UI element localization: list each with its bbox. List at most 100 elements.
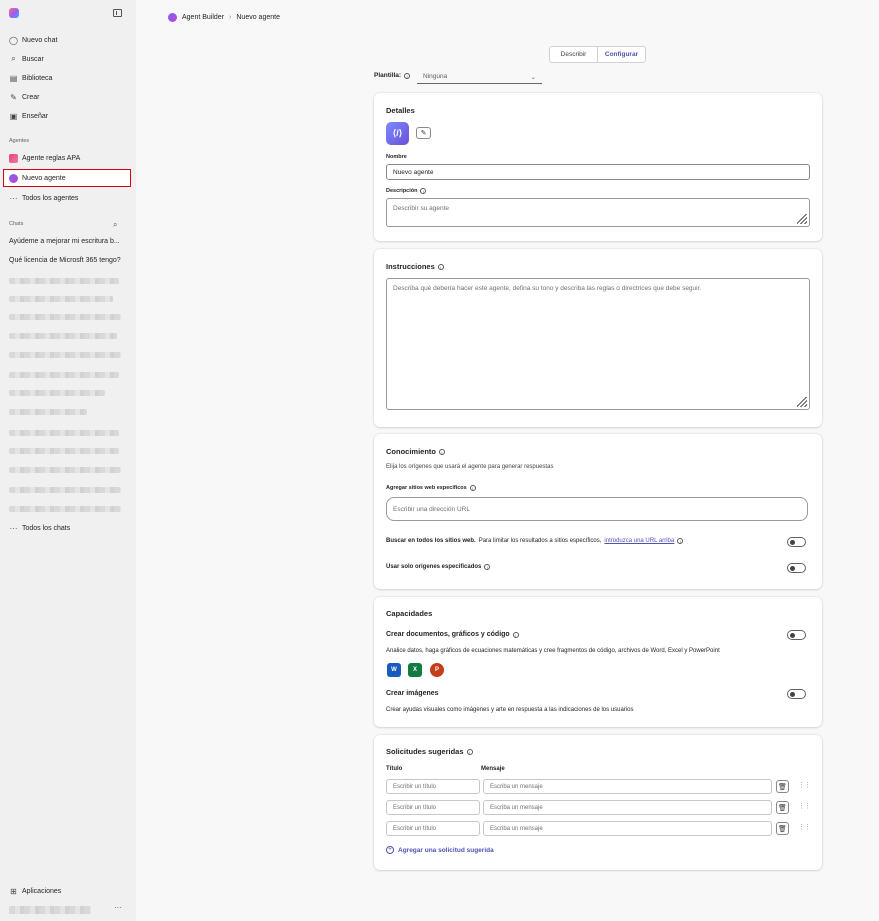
blurred-chat-item[interactable] xyxy=(9,314,121,320)
info-icon[interactable]: i xyxy=(439,448,445,455)
chat-item[interactable]: Qué licencia de Microsft 365 tengo? xyxy=(9,257,121,264)
chat-item[interactable]: Ayúdeme a mejorar mi escritura b... xyxy=(9,238,120,245)
blurred-chat-item[interactable] xyxy=(9,467,121,473)
trash-icon: 🗑 xyxy=(778,783,787,791)
blurred-chat-item[interactable] xyxy=(9,333,117,339)
breadcrumb-current: Nuevo agente xyxy=(236,14,280,21)
sidebar-item-todos-chats[interactable]: ··· Todos los chats xyxy=(9,522,71,534)
blurred-chat-item[interactable] xyxy=(9,278,119,284)
sidebar-item-label: Crear xyxy=(22,93,40,101)
powerpoint-icon: P xyxy=(430,663,444,677)
prompt-title-input[interactable]: Escribir un título xyxy=(386,779,480,794)
sidebar-item-label: Nuevo chat xyxy=(22,36,58,44)
docs-title: Crear documentos, gráficos y código xyxy=(386,631,510,638)
delete-prompt-button[interactable]: 🗑 xyxy=(776,822,789,835)
info-icon[interactable]: i xyxy=(677,538,684,544)
details-card: Detalles ⟨/⟩ ✎ Nombre Nuevo agente Descr… xyxy=(374,93,822,241)
breadcrumb-root[interactable]: Agent Builder xyxy=(182,14,224,21)
sidebar-item-ensenar[interactable]: ▣ Enseñar xyxy=(9,110,48,122)
info-icon[interactable]: i xyxy=(466,748,473,755)
name-input[interactable]: Nuevo agente xyxy=(386,164,810,180)
details-title: Detalles xyxy=(386,106,415,115)
sidebar-item-label: Aplicaciones xyxy=(22,887,62,895)
resize-grip-icon[interactable] xyxy=(797,397,807,407)
template-label: Plantilla: xyxy=(374,72,402,79)
resize-grip-icon[interactable] xyxy=(797,214,807,224)
blurred-chat-item[interactable] xyxy=(9,372,119,378)
blurred-chat-item[interactable] xyxy=(9,296,113,302)
instructions-textarea[interactable]: Describa qué debería hacer este agente, … xyxy=(386,278,810,410)
blurred-chat-item[interactable] xyxy=(9,448,119,454)
prompt-message-input[interactable]: Escriba un mensaje xyxy=(483,821,772,836)
blurred-chat-item[interactable] xyxy=(9,409,87,415)
prompt-message-input[interactable]: Escriba un mensaje xyxy=(483,779,772,794)
blurred-chat-item[interactable] xyxy=(9,430,119,436)
collapse-sidebar-icon[interactable] xyxy=(113,9,122,17)
template-select[interactable]: Ninguna ⌄ xyxy=(417,71,542,84)
agent-nuevo-icon xyxy=(9,173,18,183)
enter-url-link[interactable]: introduzca una URL arriba xyxy=(604,538,674,544)
blurred-user-name[interactable] xyxy=(9,906,91,914)
copilot-logo-icon[interactable] xyxy=(9,8,19,18)
only-specified-toggle[interactable] xyxy=(787,563,806,573)
info-icon[interactable]: i xyxy=(512,631,519,638)
info-icon[interactable]: i xyxy=(484,564,491,570)
blurred-chat-item[interactable] xyxy=(9,390,105,396)
images-toggle[interactable] xyxy=(787,689,806,699)
blurred-chat-item[interactable] xyxy=(9,487,121,493)
tab-describir[interactable]: Describir xyxy=(550,47,597,62)
sidebar-item-agente-apa[interactable]: Agente reglas APA xyxy=(9,152,80,164)
sidebar-item-nuevo-chat[interactable]: ◯ Nuevo chat xyxy=(9,34,57,46)
agent-apa-icon xyxy=(9,153,18,163)
edit-icon-button[interactable]: ✎ xyxy=(416,127,431,139)
docs-row: Crear documentos, gráficos y código i xyxy=(386,631,519,638)
search-chats-icon[interactable]: ⌕ xyxy=(113,220,117,230)
sites-label-group: Agregar sitios web específicos i xyxy=(386,485,476,491)
prompts-title: Solicitudes sugeridas xyxy=(386,747,464,756)
trash-icon: 🗑 xyxy=(778,825,787,833)
sidebar-item-nuevo-agente[interactable]: Nuevo agente xyxy=(9,172,66,184)
drag-handle-icon[interactable]: ⋮⋮ xyxy=(798,802,811,810)
sidebar-item-todos-agentes[interactable]: ··· Todos los agentes xyxy=(9,192,79,204)
info-icon[interactable]: i xyxy=(437,263,444,270)
drag-handle-icon[interactable]: ⋮⋮ xyxy=(798,781,811,789)
trash-icon: 🗑 xyxy=(778,804,787,812)
search-all-text: Para limitar los resultados a sitios esp… xyxy=(478,538,602,544)
description-label-group: Descripción i xyxy=(386,188,427,194)
tab-configurar[interactable]: Configurar xyxy=(597,47,645,62)
description-textarea[interactable]: Describir su agente xyxy=(386,198,810,227)
sidebar-item-biblioteca[interactable]: ▤ Biblioteca xyxy=(9,72,53,84)
agent-avatar-icon[interactable]: ⟨/⟩ xyxy=(386,122,409,145)
user-more-icon[interactable]: ··· xyxy=(114,903,122,912)
info-icon[interactable]: i xyxy=(469,485,476,491)
docs-toggle[interactable] xyxy=(787,630,806,640)
add-prompt-button[interactable]: + Agregar una solicitud sugerida xyxy=(386,846,494,854)
instructions-title: Instrucciones xyxy=(386,262,435,271)
prompts-title-group: Solicitudes sugeridas i xyxy=(386,747,473,756)
instructions-card: Instrucciones i Describa qué debería hac… xyxy=(374,249,822,427)
sidebar-item-aplicaciones[interactable]: ⊞ Aplicaciones xyxy=(9,885,61,897)
prompt-message-input[interactable]: Escriba un mensaje xyxy=(483,800,772,815)
prompt-title-input[interactable]: Escribir un título xyxy=(386,800,480,815)
add-prompt-label: Agregar una solicitud sugerida xyxy=(398,846,494,854)
info-icon[interactable]: i xyxy=(420,188,427,194)
images-row: Crear imágenes xyxy=(386,690,439,697)
url-input[interactable]: Escribir una dirección URL xyxy=(386,497,808,521)
blurred-chat-item[interactable] xyxy=(9,352,121,358)
prompt-title-input[interactable]: Escribir un título xyxy=(386,821,480,836)
sidebar-item-crear[interactable]: ✎ Crear xyxy=(9,91,40,103)
apps-icon: ⊞ xyxy=(10,886,17,896)
info-icon[interactable]: i xyxy=(404,72,411,79)
sidebar-item-buscar[interactable]: ⌕ Buscar xyxy=(9,53,44,65)
drag-handle-icon[interactable]: ⋮⋮ xyxy=(798,823,811,831)
only-specified-label: Usar solo orígenes especificados xyxy=(386,564,482,570)
breadcrumb-separator: › xyxy=(229,14,232,21)
docs-description: Analice datos, haga gráficos de ecuacion… xyxy=(386,648,720,654)
blurred-chat-item[interactable] xyxy=(9,506,121,512)
sites-label: Agregar sitios web específicos xyxy=(386,485,467,491)
knowledge-title: Conocimiento xyxy=(386,447,436,456)
delete-prompt-button[interactable]: 🗑 xyxy=(776,801,789,814)
search-all-toggle[interactable] xyxy=(787,537,806,547)
delete-prompt-button[interactable]: 🗑 xyxy=(776,780,789,793)
more-icon: ··· xyxy=(9,523,18,533)
